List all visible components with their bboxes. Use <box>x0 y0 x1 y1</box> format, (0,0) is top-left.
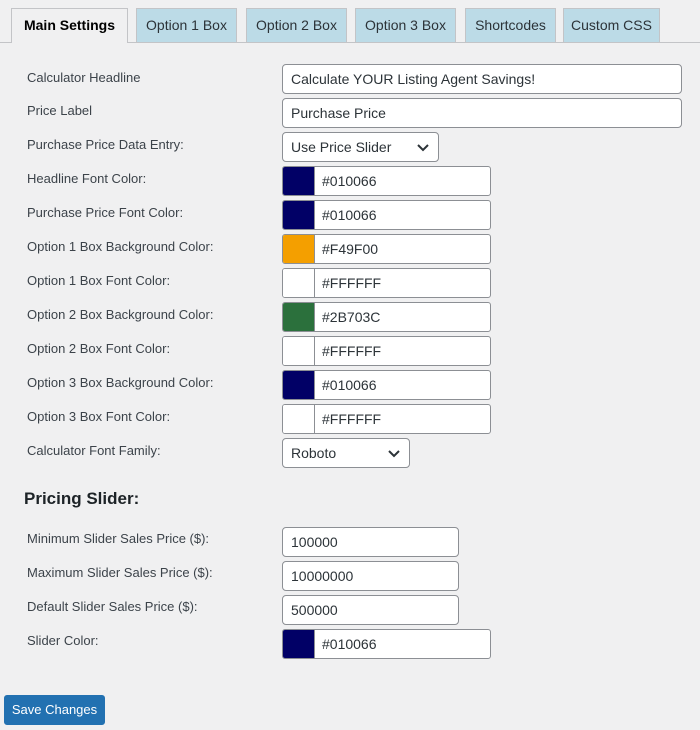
data-entry-select[interactable]: Use Price Slider <box>282 132 439 162</box>
price-label-input[interactable]: Purchase Price <box>282 98 682 128</box>
option3-font-color-picker[interactable]: #FFFFFF <box>282 404 491 434</box>
option1-bg-color-picker[interactable]: #F49F00 <box>282 234 491 264</box>
color-swatch[interactable] <box>283 201 315 229</box>
color-swatch[interactable] <box>283 630 315 658</box>
data-entry-label: Purchase Price Data Entry: <box>27 137 184 152</box>
color-hex[interactable]: #010066 <box>322 167 377 195</box>
color-hex[interactable]: #010066 <box>322 630 377 658</box>
option2-bg-color-label: Option 2 Box Background Color: <box>27 307 214 322</box>
headline-input[interactable]: Calculate YOUR Listing Agent Savings! <box>282 64 682 94</box>
font-family-select[interactable]: Roboto <box>282 438 410 468</box>
headline-font-color-label: Headline Font Color: <box>27 171 147 186</box>
color-swatch[interactable] <box>283 303 315 331</box>
color-swatch[interactable] <box>283 269 315 297</box>
color-hex[interactable]: #FFFFFF <box>322 405 381 433</box>
font-family-value: Roboto <box>291 445 337 461</box>
max-price-label: Maximum Slider Sales Price ($): <box>27 565 213 580</box>
color-hex[interactable]: #FFFFFF <box>322 337 381 365</box>
tab-main-settings[interactable]: Main Settings <box>11 8 128 43</box>
tab-option-3-box[interactable]: Option 3 Box <box>355 8 456 42</box>
option1-font-color-label: Option 1 Box Font Color: <box>27 273 171 288</box>
color-hex[interactable]: #010066 <box>322 201 377 229</box>
option2-bg-color-picker[interactable]: #2B703C <box>282 302 491 332</box>
option1-font-color-picker[interactable]: #FFFFFF <box>282 268 491 298</box>
option2-font-color-picker[interactable]: #FFFFFF <box>282 336 491 366</box>
color-hex[interactable]: #F49F00 <box>322 235 378 263</box>
headline-label: Calculator Headline <box>27 70 141 85</box>
option2-font-color-label: Option 2 Box Font Color: <box>27 341 171 356</box>
tab-option-1-box[interactable]: Option 1 Box <box>136 8 237 42</box>
color-swatch[interactable] <box>283 371 315 399</box>
tab-option-2-box[interactable]: Option 2 Box <box>246 8 347 42</box>
chevron-down-icon <box>388 450 400 458</box>
chevron-down-icon <box>417 144 429 152</box>
default-price-input[interactable]: 500000 <box>282 595 459 625</box>
option3-bg-color-picker[interactable]: #010066 <box>282 370 491 400</box>
color-swatch[interactable] <box>283 337 315 365</box>
headline-font-color-picker[interactable]: #010066 <box>282 166 491 196</box>
slider-color-picker[interactable]: #010066 <box>282 629 491 659</box>
tab-shortcodes[interactable]: Shortcodes <box>465 8 556 42</box>
purchase-price-font-color-picker[interactable]: #010066 <box>282 200 491 230</box>
min-price-input[interactable]: 100000 <box>282 527 459 557</box>
default-price-label: Default Slider Sales Price ($): <box>27 599 198 614</box>
purchase-price-font-color-label: Purchase Price Font Color: <box>27 205 184 220</box>
option1-bg-color-label: Option 1 Box Background Color: <box>27 239 214 254</box>
option3-bg-color-label: Option 3 Box Background Color: <box>27 375 214 390</box>
color-swatch[interactable] <box>283 235 315 263</box>
settings-tabs: Main Settings Option 1 Box Option 2 Box … <box>0 0 700 43</box>
tab-custom-css[interactable]: Custom CSS <box>563 8 660 42</box>
data-entry-value: Use Price Slider <box>291 139 392 155</box>
color-hex[interactable]: #010066 <box>322 371 377 399</box>
option3-font-color-label: Option 3 Box Font Color: <box>27 409 171 424</box>
color-swatch[interactable] <box>283 405 315 433</box>
pricing-slider-heading: Pricing Slider: <box>24 489 140 508</box>
color-swatch[interactable] <box>283 167 315 195</box>
color-hex[interactable]: #FFFFFF <box>322 269 381 297</box>
max-price-input[interactable]: 10000000 <box>282 561 459 591</box>
color-hex[interactable]: #2B703C <box>322 303 380 331</box>
min-price-label: Minimum Slider Sales Price ($): <box>27 531 210 546</box>
slider-color-label: Slider Color: <box>27 633 99 648</box>
price-label-label: Price Label <box>27 103 93 118</box>
save-changes-button[interactable]: Save Changes <box>4 695 105 725</box>
font-family-label: Calculator Font Family: <box>27 443 161 458</box>
